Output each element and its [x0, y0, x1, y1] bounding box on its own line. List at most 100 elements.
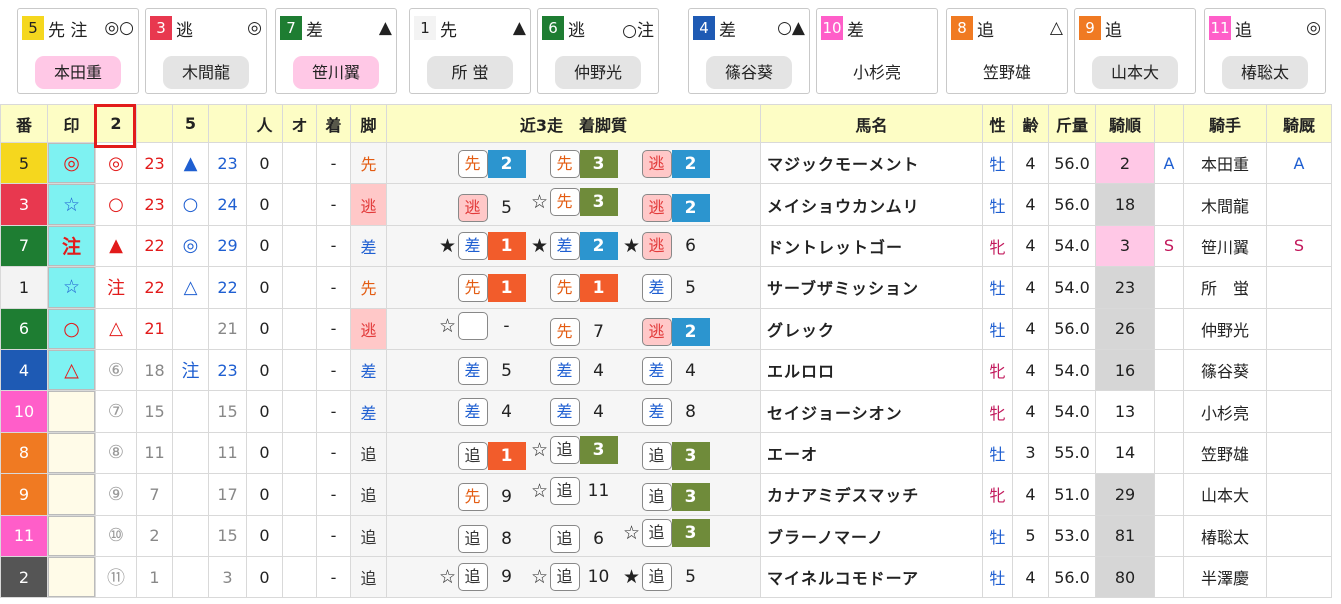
recent-style-box: 追 [549, 563, 580, 592]
my-mark[interactable]: ☆ [47, 183, 96, 226]
column-header[interactable]: 脚 [350, 104, 387, 143]
jockey[interactable]: 仲野光 [1183, 307, 1267, 350]
horse-number: 11 [0, 514, 48, 557]
column-header[interactable]: 人 [246, 104, 283, 143]
jockey[interactable]: 笠野雄 [1183, 431, 1267, 475]
popularity: 0 [246, 141, 283, 185]
recent-race: 差4 [528, 398, 620, 427]
recent-style-box: 追 [457, 441, 488, 470]
column-header[interactable]: 斤量 [1048, 104, 1096, 143]
my-mark[interactable]: ☆ [47, 266, 96, 309]
jockey-mark [1154, 348, 1184, 392]
recent-style-box: 差 [549, 231, 580, 260]
table-row[interactable]: 4 △ ⑥ 18 注 23 0- 差差 5 差 4 差 4 エルロロ牝 4 54.0 16 篠谷葵 [0, 348, 1332, 392]
column-header[interactable]: 番 [0, 104, 48, 143]
value-5: 3 [208, 555, 247, 599]
my-mark[interactable] [47, 390, 96, 433]
horse-name[interactable]: エルロロ [760, 348, 983, 392]
jockey[interactable]: 半澤慶 [1183, 555, 1267, 599]
jockey[interactable]: 小杉亮 [1183, 390, 1267, 433]
horse-card[interactable]: 3 逃 ◎ 木間龍 [145, 8, 267, 94]
horse-card[interactable]: 4 差 ○▲ 篠谷葵 [688, 8, 810, 94]
finish: - [316, 555, 351, 599]
table-row[interactable]: 11 ⑩ 2 15 0- 追追 8 追 6 ☆ 追 3 ブラーノマーノ牡 5 53.0 81 椿聡太 [0, 514, 1332, 557]
recent-style-box: 逃 [641, 317, 672, 346]
horse-name[interactable]: ドントレットゴー [760, 224, 983, 268]
horse-card[interactable]: 6 逃 ○注 仲野光 [537, 8, 659, 94]
jockey[interactable]: 椿聡太 [1183, 514, 1267, 557]
horse-name[interactable]: グレック [760, 307, 983, 350]
recent-place: 7 [593, 321, 604, 342]
column-header[interactable]: 印 [47, 104, 96, 143]
column-header[interactable]: 近3走 着脚質 [386, 104, 761, 143]
column-header[interactable]: 騎厩 [1266, 104, 1332, 143]
recent-race: 逃2 [620, 149, 712, 178]
column-header[interactable]: 馬名 [760, 104, 983, 143]
column-header[interactable] [1154, 104, 1184, 143]
horse-name[interactable]: マジックモーメント [760, 141, 983, 185]
column-header[interactable] [208, 104, 247, 143]
horse-card[interactable]: 11 追 ◎ 椿聡太 [1204, 8, 1326, 94]
column-header[interactable]: 齢 [1012, 104, 1049, 143]
recent-place: 1 [579, 273, 618, 302]
horse-card[interactable]: 5先 注 ◎○ 本田重 [17, 8, 139, 94]
my-mark[interactable]: ◎ [47, 141, 96, 185]
horse-name[interactable]: サーブザミッション [760, 266, 983, 309]
horse-card[interactable]: 9 追山本大 [1074, 8, 1196, 94]
column-header[interactable]: 5 [172, 104, 209, 143]
odds [282, 555, 317, 599]
card-jockey: 笹川翼 [293, 56, 379, 89]
table-row[interactable]: 5 ◎ ◎ 23 ▲ 23 0- 先先 2 先 3 逃 2 マジックモーメント牡 4 56.0 2 A 本田重 A [0, 141, 1332, 185]
table-row[interactable]: 8 ⑧ 11 11 0- 追追 1 ☆ 追 3 追 3 エーオ牡 3 55.0 14 笠野雄 [0, 431, 1332, 475]
table-row[interactable]: 2 ⑪ 1 3 0- 追 ☆ 追 9 ☆ 追 10 ★ 追 5 マイネルコモドーア牡 4 56.0 80 半澤慶 [0, 555, 1332, 599]
horse-name[interactable]: ブラーノマーノ [760, 514, 983, 557]
my-mark[interactable] [47, 514, 96, 557]
horse-card[interactable]: 7 差 ▲ 笹川翼 [275, 8, 397, 94]
my-mark[interactable]: 注 [47, 224, 96, 268]
recent-style-box: 差 [549, 398, 580, 427]
mark-5 [172, 514, 209, 557]
horse-card[interactable]: 10 差小杉亮 [816, 8, 938, 94]
column-header[interactable]: オ [282, 104, 317, 143]
horse-name[interactable]: カナアミデスマッチ [760, 473, 983, 516]
jockey[interactable]: 笹川翼 [1183, 224, 1267, 268]
table-row[interactable]: 10 ⑦ 15 15 0- 差差 4 差 4 差 8 セイジョーシオン牝 4 54.0 13 小杉亮 [0, 390, 1332, 433]
horse-name[interactable]: メイショウカンムリ [760, 183, 983, 226]
table-row[interactable]: 1 ☆ 注 22 △ 22 0- 先先 1 先 1 差 5 サーブザミッション牡 4 54.0 23 所 蛍 [0, 266, 1332, 309]
value-2: 18 [136, 348, 173, 392]
table-row[interactable]: 3 ☆ ○ 23 ○ 24 0- 逃逃 5 ☆ 先 3 逃 2 メイショウカンムリ牡 4 56.0 18 木間龍 [0, 183, 1332, 226]
recent-3-races: 追 1 ☆ 追 3 追 3 [386, 431, 761, 475]
horse-name[interactable]: セイジョーシオン [760, 390, 983, 433]
jockey[interactable]: 木間龍 [1183, 183, 1267, 226]
table-row[interactable]: 7 注 ▲ 22 ◎ 29 0- 差 ★ 差 1 ★ 差 2 ★ 逃 6 ドントレットゴー牝 4 54.0 3 S 笹川翼 S [0, 224, 1332, 268]
table-row[interactable]: 6 ○ △ 21 21 0- 逃 ☆ - 先 7 逃 2 グレック牡 4 56.0 26 仲野光 [0, 307, 1332, 350]
jockey[interactable]: 篠谷葵 [1183, 348, 1267, 392]
sex: 牡 [982, 555, 1013, 599]
jockey[interactable]: 山本大 [1183, 473, 1267, 516]
column-header[interactable]: 着 [316, 104, 351, 143]
column-header[interactable] [136, 104, 173, 143]
my-mark[interactable]: ○ [47, 307, 96, 350]
recent-star: ☆ [438, 314, 457, 337]
column-header[interactable]: 騎手 [1183, 104, 1267, 143]
horse-number: 2 [0, 555, 48, 599]
horse-card[interactable]: 1 先 ▲ 所 蛍 [409, 8, 531, 94]
column-header[interactable]: 騎順 [1095, 104, 1155, 143]
jockey[interactable]: 本田重 [1183, 141, 1267, 185]
my-mark[interactable] [47, 555, 96, 599]
horse-card[interactable]: 8 追 △ 笠野雄 [946, 8, 1068, 94]
column-header[interactable]: 性 [982, 104, 1013, 143]
table-row[interactable]: 9 ⑨ 7 17 0- 追先 9 ☆ 追 11 追 3 カナアミデスマッチ牝 4 51.0 29 山本大 [0, 473, 1332, 516]
card-style: 差 [847, 20, 864, 41]
my-mark[interactable] [47, 431, 96, 475]
recent-race: ★ 逃 6 [620, 231, 712, 260]
recent-race: 逃2 [620, 317, 712, 346]
my-mark[interactable] [47, 473, 96, 516]
column-header[interactable]: 2 [95, 104, 137, 143]
my-mark[interactable]: △ [47, 348, 96, 392]
horse-name[interactable]: マイネルコモドーア [760, 555, 983, 599]
recent-place: 3 [671, 518, 710, 547]
jockey-mark [1154, 473, 1184, 516]
jockey[interactable]: 所 蛍 [1183, 266, 1267, 309]
horse-name[interactable]: エーオ [760, 431, 983, 475]
